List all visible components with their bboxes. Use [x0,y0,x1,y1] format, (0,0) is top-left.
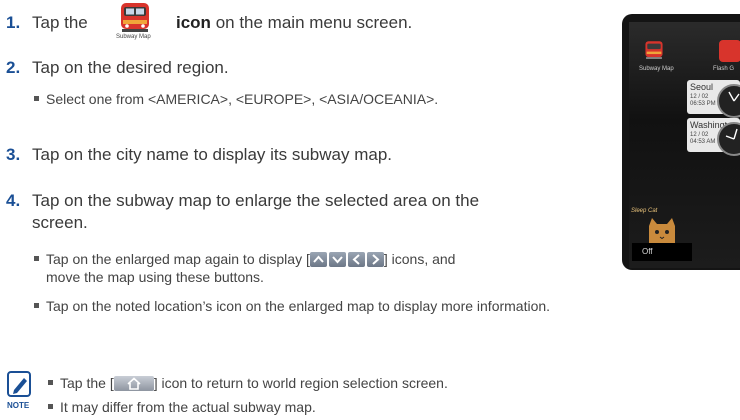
step-4-line1: Tap on the subway map to enlarge the sel… [32,191,480,210]
bullet-marker [48,380,53,385]
note-line-2-text: It may differ from the actual subway map… [60,399,316,415]
bullet-enlarged-pre: Tap on the enlarged map again to display… [46,251,310,267]
step-1-suffix: on the main menu screen. [215,13,413,32]
subway-icon-caption: Subway Map [116,34,151,40]
step-1: 1. Tap the [6,12,88,33]
note-line-1: Tap the [ ] icon to return to world regio… [48,374,448,392]
step-2-text: Tap on the desired region. [32,58,229,77]
bullet-region: Select one from <AMERICA>, <EUROPE>, <AS… [34,90,438,108]
step-1-rest: icon on the main menu screen. [176,12,412,33]
off-label: Off [642,247,653,256]
step-number: 1. [6,13,21,32]
arrow-left-icon [347,252,365,267]
note-icon: NOTE [7,371,31,410]
home-button-icon [113,376,154,391]
off-button: Off [632,243,692,261]
step-1-bold: icon [176,13,211,32]
bullet-marker [34,96,39,101]
app-label-subway: Subway Map [639,66,674,72]
bullet-marker [34,256,39,261]
clock-widget-washington: Washingt 12 / 02 04:53 AM [687,118,740,156]
clock-date: 12 / 02 06:53 PM [690,94,716,107]
sleep-cat-label: Sleep Cat [631,208,658,214]
note-line-1-pre: Tap the [ [60,375,114,391]
bullet-marker [48,404,53,409]
app-label-flash: Flash G [713,66,735,72]
note-line-1-post: ] icon to return to world region selecti… [153,375,448,391]
step-3-text: Tap on the city name to display its subw… [32,145,393,164]
clock-date: 12 / 02 04:53 AM [690,132,716,145]
note-label: NOTE [7,401,30,410]
clock-face-icon [717,122,740,156]
bullet-noted: Tap on the noted location’s icon on the … [34,297,550,315]
step-4-line2: screen. [32,213,88,232]
step-2: 2. Tap on the desired region. [6,57,229,78]
step-1-prefix: Tap the [32,13,88,32]
bullet-region-text: Select one from <AMERICA>, <EUROPE>, <AS… [46,91,439,107]
arrow-buttons [309,252,384,267]
clock-face-icon [717,84,740,118]
step-4: 4. Tap on the subway map to enlarge the s… [6,190,479,211]
clock-widget-seoul: Seoul 12 / 02 06:53 PM [687,80,740,118]
bullet-marker [34,303,39,308]
step-number: 2. [6,58,21,77]
bullet-enlarged-line2: move the map using these buttons. [46,269,264,285]
device-screen: Subway Map Flash G Seoul 12 / 02 06:53 PM… [629,22,740,268]
step-number: 4. [6,191,21,210]
step-number: 3. [6,145,21,164]
device-screenshot: Subway Map Flash G Seoul 12 / 02 06:53 PM… [622,14,740,270]
note-line-2: It may differ from the actual subway map… [48,398,316,416]
bullet-enlarged-post: ] icons, and [383,251,456,267]
bullet-noted-text: Tap on the noted location’s icon on the … [46,298,551,314]
flash-app-icon [719,40,740,62]
cat-icon [649,218,675,244]
arrow-right-icon [366,252,384,267]
step-3: 3. Tap on the city name to display its su… [6,144,392,165]
arrow-up-icon [309,252,327,267]
subway-app-icon [645,41,663,59]
bullet-enlarged: Tap on the enlarged map again to display… [34,250,455,268]
clock-city: Seoul [690,82,714,92]
arrow-down-icon [328,252,346,267]
subway-train-icon [121,3,149,32]
